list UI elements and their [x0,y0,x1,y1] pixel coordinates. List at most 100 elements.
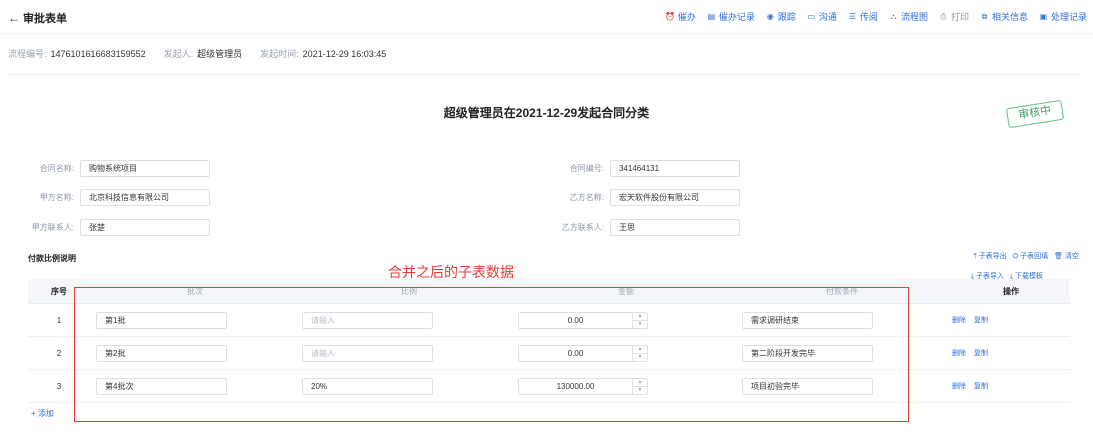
action-4-button[interactable]: ☰ 传阅 [848,10,878,23]
operation-cell: 删除 复制 [950,315,1070,325]
party-b-contact-input[interactable]: 王思 [610,219,740,236]
condition-input[interactable]: 需求调研结束 [742,311,873,329]
subtable-grid: 序号 批次 比例 金额 付款条件 操作 1 第1批 请输入 0.00 ▲ ▼ 需求调研结束删… [28,279,1070,403]
col-operation: 操作 [1003,286,1019,296]
condition-input[interactable]: 项目初验完毕 [742,377,873,395]
clear-subtable-button[interactable]: 🗑 清空 [1054,251,1079,261]
add-row-button[interactable]: + 添加 [31,408,54,419]
increment-icon[interactable]: ▲ [633,313,647,321]
table-row: 3 第4批次 20% 130000.00 ▲ ▼ 项目初验完毕 删除 复制 [28,370,1070,403]
ratio-input[interactable]: 请输入 [302,344,433,362]
party-b-field: 乙方名称: 宏天软件股份有限公司 [530,189,740,206]
action-toolbar: ⏰ 催办 ▤ 催办记录 ◉ 跟踪 ▭ 沟通 ☰ 传阅 ⛬ 流程图 ⎙ 打印 ⧉ 相关信息 ▣ 处理记录 [665,10,1087,23]
action-label: 跟踪 [777,12,796,22]
ratio-cell: 请输入 [300,311,518,329]
contract-no-input[interactable]: 341464131 [610,160,740,177]
back-arrow-icon: ← [8,11,20,25]
condition-cell: 第二阶段开发完毕 [734,344,950,362]
initiator: 发起人: 超级管理员 [163,49,243,59]
batch-input[interactable]: 第1批 [96,311,227,329]
action-label: 处理记录 [1050,12,1087,22]
action-3-button[interactable]: ▭ 沟通 [807,10,837,23]
party-a-contact-input[interactable]: 张楚 [80,219,210,236]
condition-input[interactable]: 第二阶段开发完毕 [742,344,873,362]
party-b-input[interactable]: 宏天软件股份有限公司 [610,189,740,206]
increment-icon[interactable]: ▲ [633,346,647,354]
increment-icon[interactable]: ▲ [633,379,647,387]
party-a-field: 甲方名称: 北京科技信息有限公司 [0,189,210,206]
flow-number: 流程编号: 1476101616683159552 [8,49,146,59]
action-2-button[interactable]: ◉ 跟踪 [766,10,796,23]
copy-row-button[interactable]: 复制 [974,381,988,391]
row-seq: 2 [56,348,62,358]
col-seq: 序号 [51,286,67,296]
action-label: 相关信息 [991,12,1028,22]
table-header: 序号 批次 比例 金额 付款条件 操作 [28,279,1070,304]
amount-value: 0.00 [567,315,584,325]
action-label: 沟通 [818,12,837,22]
amount-stepper[interactable]: 130000.00 ▲ ▼ [518,377,648,395]
subtable-tools-top: ⤒ 子表导出 ⛭ 子表回填 🗑 清空 [974,251,1079,261]
batch-input[interactable]: 第2批 [96,344,227,362]
copy-row-button[interactable]: 复制 [974,315,988,325]
action-0-button[interactable]: ⏰ 催办 [665,10,696,23]
chat-icon: ▭ [807,11,816,21]
action-label: 流程图 [900,12,928,22]
action-8-button[interactable]: ▣ 处理记录 [1039,10,1087,23]
party-a-label: 甲方名称: [39,193,74,202]
stepper-buttons: ▲ ▼ [632,345,647,361]
condition-cell: 项目初验完毕 [734,377,950,395]
history-icon: ▣ [1039,11,1048,21]
row-actions: 删除 复制 [952,381,1070,391]
action-6-button[interactable]: ⎙ 打印 [939,10,969,23]
amount-cell: 0.00 ▲ ▼ [518,344,734,362]
condition-cell: 需求调研结束 [734,311,950,329]
copy-row-button[interactable]: 复制 [974,348,988,358]
action-7-button[interactable]: ⧉ 相关信息 [980,10,1028,23]
contract-name-input[interactable]: 购物系统项目 [80,160,210,177]
party-a-input[interactable]: 北京科技信息有限公司 [80,189,210,206]
amount-stepper[interactable]: 0.00 ▲ ▼ [518,311,648,329]
backfill-subtable-button[interactable]: ⛭ 子表回填 [1013,251,1049,261]
flowchart-icon: ⛬ [890,11,897,21]
delete-row-button[interactable]: 删除 [952,315,966,325]
delete-row-button[interactable]: 删除 [952,381,966,391]
decrement-icon[interactable]: ▼ [633,321,647,328]
party-a-contact-field: 甲方联系人: 张楚 [0,219,210,236]
col-condition: 付款条件 [826,286,858,296]
delete-row-button[interactable]: 删除 [952,348,966,358]
ratio-input[interactable]: 请输入 [302,311,433,329]
batch-input[interactable]: 第4批次 [96,377,227,395]
ratio-cell: 请输入 [300,344,518,362]
subtable-title: 付款比例说明 [28,254,76,263]
action-5-button[interactable]: ⛬ 流程图 [889,10,928,23]
start-time: 发起时间: 2021-12-29 16:03:45 [260,49,387,59]
operation-cell: 删除 复制 [950,348,1070,358]
amount-cell: 0.00 ▲ ▼ [518,311,734,329]
action-label: 打印 [950,12,969,22]
contract-name-label: 合同名称: [39,164,74,173]
action-label: 催办记录 [718,12,755,22]
decrement-icon[interactable]: ▼ [633,387,647,394]
col-amount: 金额 [618,286,634,296]
table-row: 1 第1批 请输入 0.00 ▲ ▼ 需求调研结束 删除 复制 [28,304,1070,337]
print-icon: ⎙ [940,11,947,21]
party-b-label: 乙方名称: [569,193,604,202]
action-1-button[interactable]: ▤ 催办记录 [707,10,755,23]
decrement-icon[interactable]: ▼ [633,354,647,361]
col-ratio: 比例 [401,286,417,296]
export-subtable-button[interactable]: ⤒ 子表导出 [974,251,1007,261]
ratio-input[interactable]: 20% [302,377,433,395]
row-seq: 1 [56,315,62,325]
bell-icon: ⏰ [665,11,676,21]
party-a-contact-label: 甲方联系人: [31,223,74,232]
track-icon: ◉ [766,11,774,21]
top-bar: ← 审批表单 ⏰ 催办 ▤ 催办记录 ◉ 跟踪 ▭ 沟通 ☰ 传阅 ⛬ 流程图 ⎙ 打印 ⧉ 相关信息 ▣ 处理记… [0,0,1093,34]
related-info-icon: ⧉ [981,11,988,21]
batch-cell: 第1批 [90,311,300,329]
table-body: 1 第1批 请输入 0.00 ▲ ▼ 需求调研结束 删除 复制 2 第2批 请输入 0.00 ▲ ▼ 第二阶段… [28,304,1070,403]
contract-name-field: 合同名称: 购物系统项目 [0,160,210,177]
amount-stepper[interactable]: 0.00 ▲ ▼ [518,344,648,362]
col-batch: 批次 [187,286,203,296]
back-button[interactable]: ← 审批表单 [8,10,67,26]
